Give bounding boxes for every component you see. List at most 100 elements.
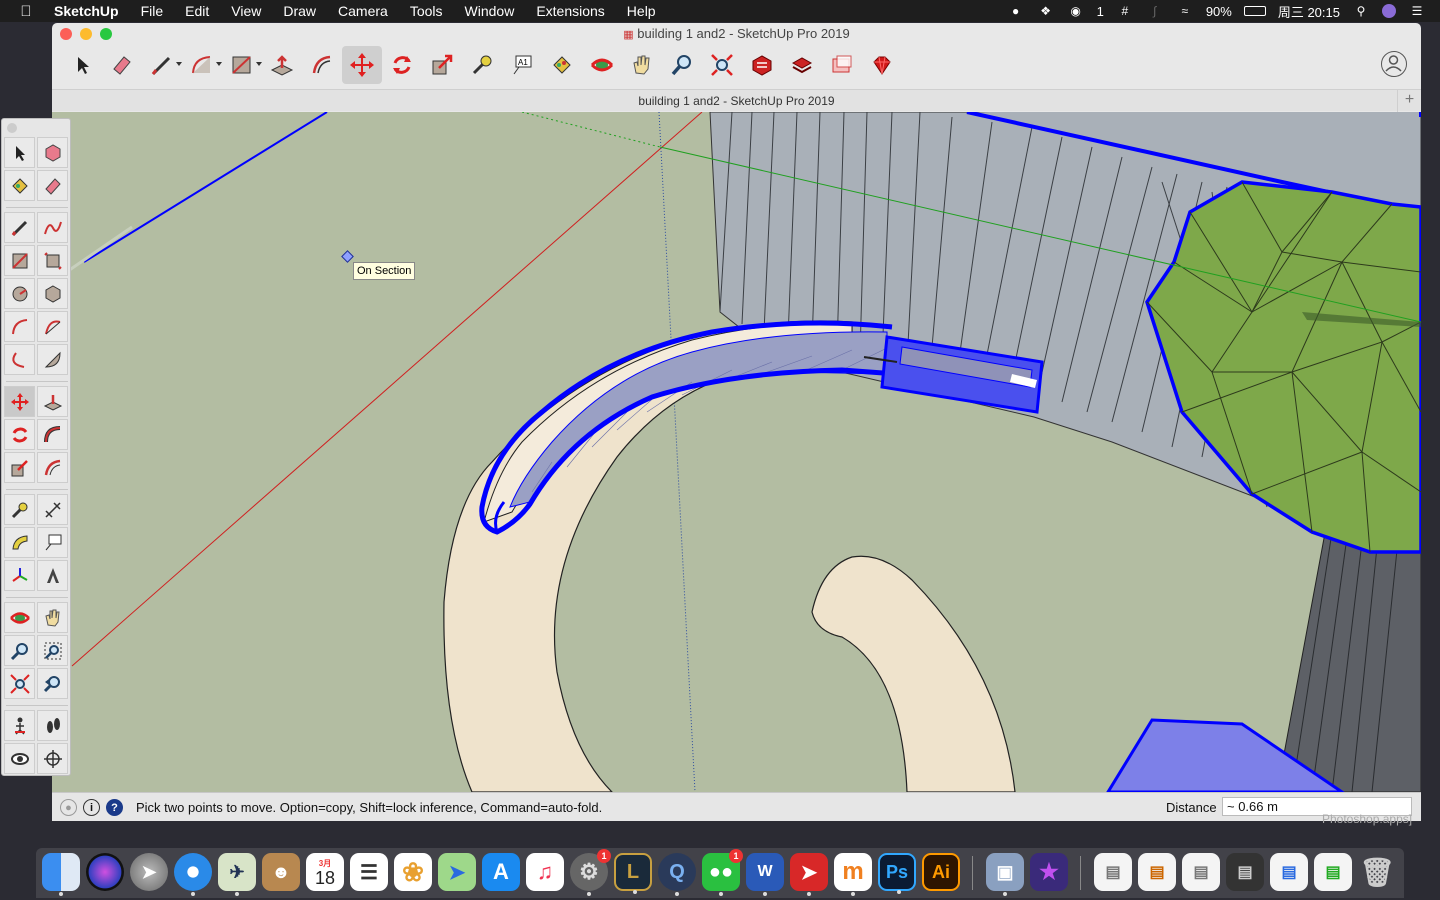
zoom-extents-tool-button[interactable] (702, 46, 742, 84)
creative-cloud-icon[interactable]: ● (1007, 4, 1025, 18)
extension-warehouse-button[interactable] (782, 46, 822, 84)
finder-icon[interactable] (42, 853, 80, 896)
preview-mail-icon[interactable]: ✈ (218, 853, 256, 896)
palette-dimension-tool[interactable] (37, 494, 68, 525)
maximize-window-button[interactable] (100, 28, 112, 40)
maps-icon[interactable]: ➤ (438, 853, 476, 891)
apple-icon[interactable]:  (0, 3, 52, 20)
close-window-button[interactable] (60, 28, 72, 40)
rotate-tool-button[interactable] (382, 46, 422, 84)
palette-scale-tool[interactable] (4, 452, 35, 483)
model-scene[interactable] (52, 112, 1421, 792)
menu-camera[interactable]: Camera (327, 3, 399, 19)
3d-warehouse-button[interactable] (742, 46, 782, 84)
add-tab-button[interactable]: + (1397, 90, 1421, 112)
user-account-icon[interactable] (1381, 51, 1407, 77)
palette-zoom-window-tool[interactable] (37, 635, 68, 666)
palette-axes-tool[interactable] (4, 560, 35, 591)
text-tool-button[interactable]: A1 (502, 46, 542, 84)
geo-location-icon[interactable]: ● (60, 799, 77, 816)
menu-edit[interactable]: Edit (174, 3, 220, 19)
select-tool-button[interactable] (62, 46, 102, 84)
menu-draw[interactable]: Draw (272, 3, 327, 19)
siri-icon[interactable] (1382, 4, 1396, 18)
tape-measure-tool-button[interactable] (462, 46, 502, 84)
minimized-window-6[interactable]: ▤ (1314, 853, 1352, 891)
illustrator-icon[interactable]: Ai (922, 853, 960, 891)
imovie-icon[interactable]: ★ (1030, 853, 1068, 891)
credits-icon[interactable]: i (83, 799, 100, 816)
section-plane-edge[interactable] (83, 112, 328, 263)
siri-icon[interactable] (86, 853, 124, 891)
paint-bucket-tool-button[interactable] (542, 46, 582, 84)
model-viewport[interactable]: On Section (52, 112, 1421, 792)
minimized-window-4[interactable]: ▤ (1226, 853, 1264, 891)
photoshop-icon[interactable]: Ps (878, 853, 916, 894)
palette-previous-view-tool[interactable] (37, 668, 68, 699)
green-mesh-object[interactable] (1145, 180, 1421, 554)
document-tab[interactable]: building 1 and2 - SketchUp Pro 2019 (638, 94, 834, 108)
calendar-icon[interactable]: 3月 18 (306, 853, 344, 891)
menu-tools[interactable]: Tools (399, 3, 454, 19)
palette-push-pull-tool[interactable] (37, 386, 68, 417)
palette-orbit-tool[interactable] (4, 602, 35, 633)
scale-tool-button[interactable] (422, 46, 462, 84)
palette-pan-tool[interactable] (37, 602, 68, 633)
notification-center-icon[interactable]: ☰ (1408, 4, 1426, 18)
palette-pie-tool[interactable] (37, 344, 68, 375)
sketchup-icon[interactable]: ➤ (790, 853, 828, 896)
palette-line-tool[interactable] (4, 212, 35, 243)
palette-make-component-tool[interactable] (37, 137, 68, 168)
orbit-tool-button[interactable] (582, 46, 622, 84)
palette-position-camera-tool[interactable] (4, 710, 35, 741)
arc-tool-button[interactable] (182, 46, 222, 84)
help-icon[interactable]: ? (106, 799, 123, 816)
minimized-window-5[interactable]: ▤ (1270, 853, 1308, 891)
battery-icon[interactable] (1243, 6, 1266, 16)
reminders-icon[interactable]: ☰ (350, 853, 388, 891)
spotlight-search-icon[interactable]: ⚲ (1352, 4, 1370, 18)
minimized-window-1[interactable]: ▤ (1094, 853, 1132, 891)
zoom-tool-button[interactable] (662, 46, 702, 84)
menu-extensions[interactable]: Extensions (525, 3, 615, 19)
dropbox-icon[interactable]: ❖ (1037, 4, 1055, 18)
palette-rotate-tool[interactable] (4, 419, 35, 450)
contacts-icon[interactable]: ☻ (262, 853, 300, 891)
quicktime-icon[interactable]: Q (658, 853, 696, 896)
music-icon[interactable]: ♫ (526, 853, 564, 891)
palette-tape-measure-tool[interactable] (4, 494, 35, 525)
palette-circle-tool[interactable] (4, 278, 35, 309)
minimized-window-2[interactable]: ▤ (1138, 853, 1176, 891)
menu-window[interactable]: Window (454, 3, 526, 19)
app-store-icon[interactable]: A (482, 853, 520, 891)
rectangle-tool-button[interactable] (222, 46, 262, 84)
palette-look-around-tool[interactable] (4, 743, 35, 774)
eraser-tool-button[interactable] (102, 46, 142, 84)
word-icon[interactable]: W (746, 853, 784, 896)
wechat-status-icon[interactable]: ◉ (1067, 4, 1085, 18)
offset-tool-button[interactable] (302, 46, 342, 84)
input-method-icon[interactable]: # (1116, 4, 1134, 18)
bluetooth-icon[interactable]: ∫ (1146, 4, 1164, 18)
palette-offset-tool[interactable] (37, 452, 68, 483)
palette-move-tool[interactable] (4, 386, 35, 417)
palette-walk-tool[interactable] (37, 710, 68, 741)
moodle-icon[interactable]: m (834, 853, 872, 896)
minimize-window-button[interactable] (80, 28, 92, 40)
move-tool-button[interactable] (342, 46, 382, 84)
palette-zoom-extents-tool[interactable] (4, 668, 35, 699)
menu-help[interactable]: Help (616, 3, 667, 19)
palette-close-button[interactable] (7, 123, 17, 133)
line-tool-button[interactable] (142, 46, 182, 84)
league-of-legends-icon[interactable]: L (614, 853, 652, 894)
palette-section-plane-tool[interactable] (37, 743, 68, 774)
menu-sketchup[interactable]: SketchUp (52, 3, 130, 19)
palette-3-point-arc-tool[interactable] (4, 344, 35, 375)
layout-button[interactable] (822, 46, 862, 84)
palette-zoom-tool[interactable] (4, 635, 35, 666)
palette-polygon-tool[interactable] (37, 278, 68, 309)
lower-tube[interactable] (811, 555, 1016, 792)
pan-tool-button[interactable] (622, 46, 662, 84)
palette-arc-tool[interactable] (4, 311, 35, 342)
palette-2-point-arc-tool[interactable] (37, 311, 68, 342)
